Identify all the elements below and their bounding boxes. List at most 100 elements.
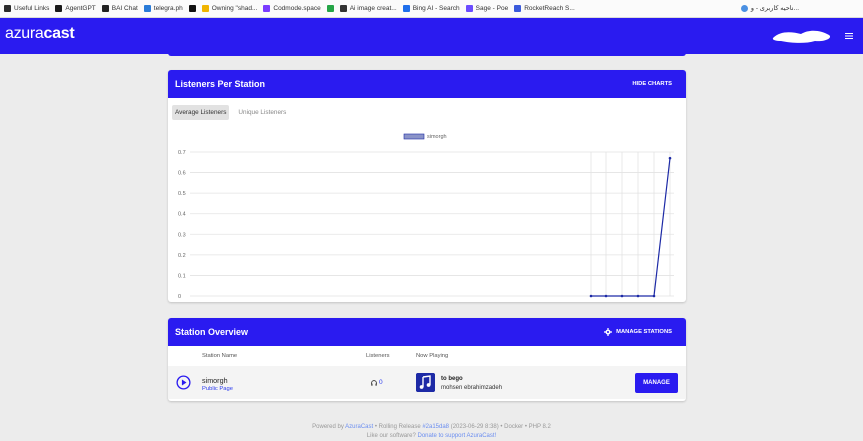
bookmark-favicon-icon: [143, 5, 151, 12]
bookmark-item[interactable]: [326, 5, 334, 12]
bookmark-item[interactable]: Sage - Poe: [465, 5, 509, 12]
azuracast-link[interactable]: AzuraCast: [345, 424, 373, 430]
chart-tabs: Average Listeners Unique Listeners: [168, 98, 686, 124]
footer-line-2: Like our software? Donate to support Azu…: [0, 432, 863, 441]
like-text: Like our software?: [366, 433, 416, 439]
listeners-per-station-card: Listeners Per Station HIDE CHARTS Averag…: [168, 70, 686, 302]
data-point: [652, 294, 656, 298]
data-point: [589, 294, 593, 298]
bookmark-item[interactable]: Ai image creat...: [339, 5, 397, 12]
bookmark-label: Ai image creat...: [349, 5, 397, 12]
bookmark-label: Codmode.space: [273, 5, 321, 12]
bookmark-favicon-icon: [326, 5, 334, 12]
bookmark-label: Useful Links: [14, 5, 50, 12]
card-title: Listeners Per Station: [175, 79, 266, 89]
table-row: simorgh Public Page 0 to bego mohsen ebr…: [168, 366, 686, 399]
bookmarks-bar: Useful Links AgentGPT BAI Chat telegra.ph Ow…: [0, 0, 863, 18]
logo-suffix: cast: [43, 25, 75, 42]
col-station-name: Station Name: [202, 353, 238, 359]
bookmark-item[interactable]: Bing AI - Search: [402, 5, 460, 12]
now-playing-title: to bego: [441, 376, 463, 382]
bookmark-favicon-icon: [101, 5, 109, 12]
y-tick-label: 0.5: [178, 191, 186, 197]
bookmark-item[interactable]: AgentGPT: [55, 5, 96, 12]
logo-prefix: azura: [5, 25, 44, 42]
play-icon[interactable]: [176, 375, 191, 390]
globe-icon: [740, 4, 748, 12]
data-point: [620, 294, 624, 298]
previous-card-edge: [168, 36, 686, 56]
now-playing-artist: mohsen ebrahimzadeh: [441, 385, 503, 391]
bookmark-item[interactable]: [188, 5, 196, 12]
bookmark-user-area[interactable]: ناحیه کاربری - و...: [740, 4, 799, 12]
y-tick-label: 0: [178, 294, 181, 300]
table-header: Station Name Listeners Now Playing: [168, 346, 686, 366]
line-chart: 00.10.20.30.40.50.60.7Jun 28 Jun 29 Jun 30…: [178, 133, 674, 300]
manage-button[interactable]: MANAGE: [635, 373, 678, 393]
card-header: Station Overview MANAGE STATIONS: [168, 318, 686, 346]
bookmark-label: BAI Chat: [111, 5, 138, 12]
bookmark-favicon-icon: [465, 5, 473, 12]
tab-average-listeners[interactable]: Average Listeners: [172, 105, 230, 120]
bookmark-favicon-icon: [402, 5, 410, 12]
footer: Powered by AzuraCast • Rolling Release #…: [0, 423, 863, 441]
commit-link[interactable]: #2a15da8: [422, 424, 449, 430]
public-page-link[interactable]: Public Page: [202, 386, 233, 392]
bookmark-label: Bing AI - Search: [412, 5, 460, 12]
card-title: Station Overview: [175, 327, 249, 337]
y-tick-label: 0.2: [178, 253, 186, 259]
card-header: Listeners Per Station HIDE CHARTS: [168, 70, 686, 98]
bookmark-item[interactable]: Codmode.space: [263, 5, 321, 12]
legend-swatch: [403, 133, 425, 140]
y-tick-label: 0.1: [178, 273, 186, 279]
listeners-chart: 0 0.1 0.2 0.3 0.4 0.5 0.6 0.7 Jun 28 Jun 29 Jun 30…: [168, 124, 686, 302]
azuracast-logo[interactable]: azuracast: [5, 25, 75, 43]
hide-charts-button[interactable]: HIDE CHARTS: [632, 81, 672, 87]
footer-line-1: Powered by AzuraCast • Rolling Release #…: [0, 423, 863, 432]
y-tick-label: 0.6: [178, 171, 186, 177]
y-tick-label: 0.3: [178, 232, 186, 238]
bookmark-item[interactable]: BAI Chat: [101, 5, 138, 12]
manage-stations-button[interactable]: MANAGE STATIONS: [604, 328, 672, 336]
powered-by-text: Powered by: [312, 424, 344, 430]
bookmark-favicon-icon: [4, 5, 11, 12]
tab-unique-listeners[interactable]: Unique Listeners: [235, 105, 289, 120]
listeners-count[interactable]: 0: [371, 379, 383, 386]
manage-stations-label: MANAGE STATIONS: [616, 329, 672, 335]
station-overview-card: Station Overview MANAGE STATIONS Station…: [168, 318, 686, 401]
bookmark-label: telegra.ph: [153, 5, 183, 12]
bookmark-item[interactable]: Useful Links: [4, 5, 49, 12]
data-point: [668, 156, 672, 160]
legend-label: simorgh: [427, 134, 447, 140]
gear-icon: [604, 328, 613, 336]
account-scribble-icon[interactable]: [769, 26, 839, 46]
data-point: [636, 294, 640, 298]
menu-icon[interactable]: [845, 32, 853, 40]
bookmark-item[interactable]: Owning "shad...: [201, 5, 258, 12]
bookmark-label: AgentGPT: [65, 5, 96, 12]
y-tick-label: 0.7: [178, 150, 186, 156]
bookmark-item[interactable]: RocketReach S...: [514, 5, 575, 12]
col-now-playing: Now Playing: [416, 353, 449, 359]
col-listeners: Listeners: [366, 353, 390, 359]
bookmark-label: ناحیه کاربری - و...: [750, 5, 799, 12]
bookmark-favicon-icon: [188, 5, 196, 12]
album-art-music-icon: [416, 373, 435, 392]
data-point: [604, 294, 608, 298]
bookmark-favicon-icon: [201, 5, 209, 12]
bookmark-favicon-icon: [339, 5, 347, 12]
release-text: • Rolling Release: [374, 424, 421, 430]
donate-link[interactable]: Donate to support AzuraCast!: [417, 433, 496, 439]
bookmark-label: Owning "shad...: [211, 5, 258, 12]
bookmark-favicon-icon: [514, 5, 522, 12]
station-name: simorgh: [202, 376, 228, 385]
bookmark-favicon-icon: [55, 5, 63, 12]
headphones-icon: [371, 379, 377, 386]
y-tick-label: 0.4: [178, 212, 186, 218]
bookmark-label: RocketReach S...: [524, 5, 575, 12]
bookmark-label: Sage - Poe: [475, 5, 509, 12]
release-date-text: (2023-06-29 8:38) • Docker • PHP 8.2: [450, 424, 551, 430]
bookmark-favicon-icon: [263, 5, 271, 12]
bookmark-item[interactable]: telegra.ph: [143, 5, 183, 12]
listeners-value: 0: [379, 379, 383, 386]
